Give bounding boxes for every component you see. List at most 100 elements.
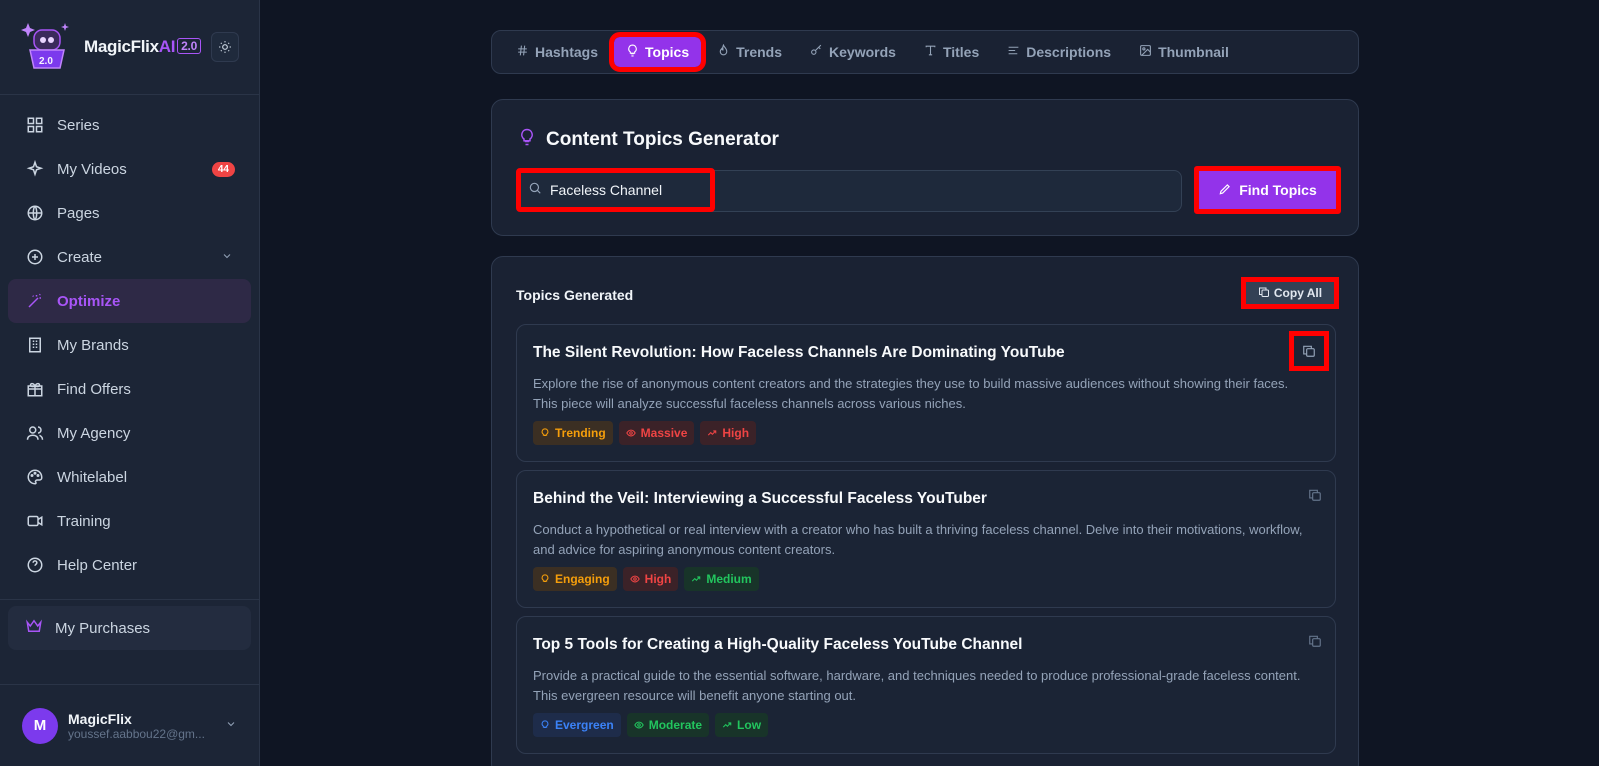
topics-heading: Topics Generated — [516, 287, 634, 303]
palette-icon — [25, 467, 45, 487]
user-menu[interactable]: M MagicFlix youssef.aabbou22@gm... — [0, 684, 259, 766]
sidebar-item-label: Create — [57, 248, 103, 266]
tab-descriptions[interactable]: Descriptions — [995, 37, 1123, 67]
robot-logo-icon: 2.0 — [20, 20, 74, 74]
topic-tags: Trending Massive High — [533, 421, 757, 445]
copy-topic-button[interactable] — [1289, 331, 1329, 371]
eye-icon — [625, 429, 636, 437]
flame-icon — [717, 43, 730, 60]
tag-massive: Massive — [618, 421, 695, 445]
tag-low: Low — [715, 713, 769, 737]
tab-label: Hashtags — [535, 44, 599, 60]
sidebar-item-create[interactable]: Create — [8, 235, 251, 279]
sidebar-item-whitelabel[interactable]: Whitelabel — [8, 455, 251, 499]
lightbulb-icon — [541, 720, 549, 729]
sidebar-item-my-purchases[interactable]: My Purchases — [8, 606, 251, 650]
tag-label: Massive — [640, 426, 688, 440]
tab-keywords[interactable]: Keywords — [798, 37, 908, 67]
tag-high: High — [622, 567, 679, 591]
eye-icon — [633, 721, 644, 729]
sidebar-item-optimize[interactable]: Optimize — [8, 279, 251, 323]
chevron-down-icon — [225, 717, 237, 735]
plus-circle-icon — [25, 247, 45, 267]
sidebar-item-my-brands[interactable]: My Brands — [8, 323, 251, 367]
copy-icon — [1303, 345, 1315, 357]
tag-label: High — [644, 572, 672, 586]
sidebar-item-series[interactable]: Series — [8, 103, 251, 147]
trending-up-icon — [722, 722, 732, 728]
align-left-icon — [1007, 44, 1020, 60]
user-name: MagicFlix — [68, 710, 132, 727]
tab-topics[interactable]: Topics — [609, 32, 707, 72]
lightbulb-icon — [626, 44, 639, 60]
eye-icon — [629, 575, 640, 583]
type-icon — [924, 44, 937, 60]
trending-up-icon — [692, 576, 701, 582]
lightbulb-icon — [541, 574, 549, 583]
sidebar-item-label: My Purchases — [55, 619, 151, 637]
sidebar-item-label: Training — [57, 512, 111, 530]
tool-tabs: Hashtags Topics Trends Keywords Titles D… — [491, 30, 1359, 74]
sidebar-item-label: My Agency — [57, 424, 131, 442]
topic-card: The Silent Revolution: How Faceless Chan… — [516, 324, 1336, 462]
tab-thumbnail[interactable]: Thumbnail — [1127, 37, 1241, 67]
sidebar-item-my-videos[interactable]: My Videos 44 — [8, 147, 251, 191]
copy-icon — [1309, 635, 1321, 647]
users-icon — [25, 423, 45, 443]
sidebar-item-training[interactable]: Training — [8, 499, 251, 543]
tab-trends[interactable]: Trends — [705, 37, 794, 67]
sidebar-item-label: Help Center — [57, 556, 138, 574]
globe-icon — [25, 203, 45, 223]
tab-hashtags[interactable]: Hashtags — [504, 37, 610, 67]
generator-title: Content Topics Generator — [518, 127, 779, 153]
sidebar-item-label: My Videos — [57, 160, 127, 178]
copy-topic-button[interactable] — [1303, 483, 1327, 507]
copy-topic-button[interactable] — [1303, 629, 1327, 653]
key-icon — [810, 44, 823, 60]
sidebar-item-label: Find Offers — [57, 380, 131, 398]
topic-description: Conduct a hypothetical or real interview… — [533, 522, 1303, 557]
image-icon — [1139, 44, 1152, 60]
find-topics-button[interactable]: Find Topics — [1194, 166, 1341, 214]
tag-high: High — [700, 421, 757, 445]
sidebar-item-my-agency[interactable]: My Agency — [8, 411, 251, 455]
svg-text:2.0: 2.0 — [39, 56, 53, 67]
tag-medium: Medium — [684, 567, 759, 591]
tag-evergreen: Evergreen — [533, 713, 621, 737]
topic-card: Top 5 Tools for Creating a High-Quality … — [516, 616, 1336, 754]
sparkles-icon — [25, 159, 45, 179]
topic-title: Behind the Veil: Interviewing a Successf… — [533, 490, 987, 507]
topic-card: Behind the Veil: Interviewing a Successf… — [516, 470, 1336, 608]
lightbulb-icon — [518, 127, 536, 153]
topic-title: The Silent Revolution: How Faceless Chan… — [533, 344, 1065, 361]
magic-wand-icon — [25, 291, 45, 311]
brand-name: MagicFlixAI 2.0 — [84, 37, 201, 57]
search-input-wrapper[interactable] — [516, 168, 715, 212]
lightbulb-icon — [541, 428, 549, 437]
copy-all-button[interactable]: Copy All — [1241, 277, 1339, 309]
copy-icon — [1309, 489, 1321, 501]
tag-label: Medium — [706, 572, 752, 586]
chevron-down-icon — [221, 249, 233, 266]
tab-titles[interactable]: Titles — [912, 37, 991, 67]
sidebar-item-label: Whitelabel — [57, 468, 128, 486]
topic-search-input[interactable] — [550, 182, 700, 198]
sidebar-item-label: Optimize — [57, 292, 121, 310]
brand-version: 2.0 — [177, 38, 201, 54]
gift-icon — [25, 379, 45, 399]
sidebar-item-find-offers[interactable]: Find Offers — [8, 367, 251, 411]
copy-icon — [1258, 286, 1270, 301]
tag-label: Evergreen — [555, 718, 614, 732]
sidebar: 2.0 MagicFlixAI 2.0 Series My Videos 44 P… — [0, 0, 260, 766]
tag-moderate: Moderate — [626, 713, 710, 737]
sidebar-item-help-center[interactable]: Help Center — [8, 543, 251, 587]
tab-label: Trends — [736, 44, 783, 60]
find-topics-label: Find Topics — [1239, 182, 1317, 198]
topic-title: Top 5 Tools for Creating a High-Quality … — [533, 636, 1023, 653]
theme-toggle-button[interactable] — [210, 32, 239, 62]
brand-name-text: MagicFlix — [84, 37, 159, 56]
sidebar-item-pages[interactable]: Pages — [8, 191, 251, 235]
video-camera-icon — [25, 511, 45, 531]
topic-tags: Engaging High Medium — [533, 567, 759, 591]
sun-icon — [219, 41, 231, 53]
